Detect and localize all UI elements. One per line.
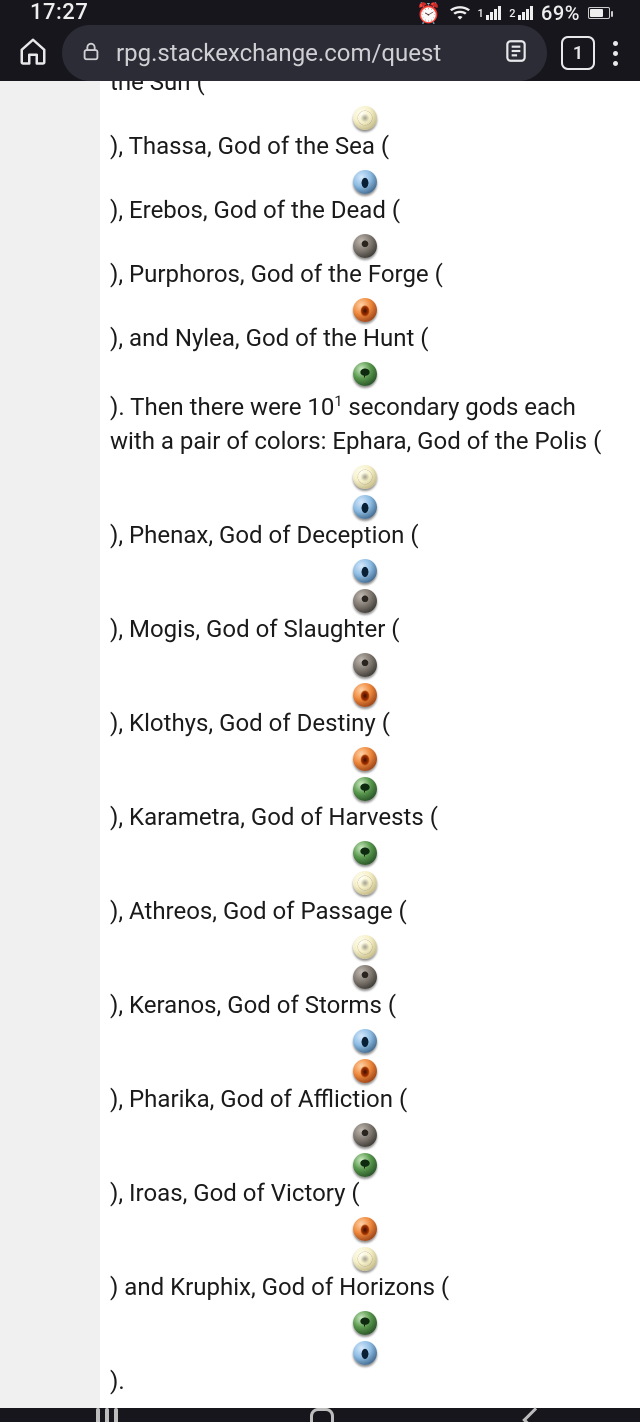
system-navbar	[0, 1408, 640, 1422]
mana-row-karametra-2	[110, 864, 620, 894]
text-nylea: ), and Nylea, God of the Hunt (	[110, 321, 620, 355]
nav-back-button[interactable]	[522, 1407, 547, 1422]
mana-row-kruphix-2	[110, 1334, 620, 1364]
text-keranos: ), Keranos, God of Storms (	[110, 988, 620, 1022]
sim1-icon: 1	[478, 6, 502, 20]
mana-blue-icon	[353, 170, 377, 194]
nav-recents-button[interactable]	[96, 1408, 118, 1422]
mana-white-icon	[353, 1247, 377, 1271]
mana-green-icon	[353, 362, 377, 386]
mana-row-pharika	[110, 1116, 620, 1146]
mana-row-klothys	[110, 740, 620, 770]
mana-red-icon	[353, 1217, 377, 1241]
mana-white-icon	[353, 106, 377, 130]
text-iroas: ), Iroas, God of Victory (	[110, 1176, 620, 1210]
text-phenax: ), Phenax, God of Deception (	[110, 518, 620, 552]
mana-row-ephara	[110, 458, 620, 488]
home-icon[interactable]	[18, 36, 48, 70]
mana-black-icon	[353, 653, 377, 677]
mana-blue-icon	[353, 495, 377, 519]
nav-home-button[interactable]	[310, 1408, 334, 1422]
text-secondary: ). Then there were 101 secondary gods ea…	[110, 385, 620, 458]
mana-row-mogis	[110, 646, 620, 676]
browser-toolbar: rpg.stackexchange.com/quest 1	[0, 25, 640, 81]
mana-black-icon	[353, 234, 377, 258]
mana-blue-icon	[353, 1341, 377, 1365]
mana-row-klothys-2	[110, 770, 620, 800]
mana-green-icon	[353, 1153, 377, 1177]
mana-row-nylea	[110, 355, 620, 385]
reader-icon[interactable]	[503, 38, 529, 68]
wifi-icon	[450, 1, 470, 25]
mana-green-icon	[353, 841, 377, 865]
mana-red-icon	[353, 1059, 377, 1083]
mana-row-kruphix	[110, 1304, 620, 1334]
mana-green-icon	[353, 1311, 377, 1335]
lock-icon	[80, 40, 102, 66]
tabs-button[interactable]: 1	[561, 36, 595, 70]
text-pharika: ), Pharika, God of Affliction (	[110, 1082, 620, 1116]
battery-pct: 69%	[541, 1, 580, 25]
answer-content: the Sun ( ), Thassa, God of the Sea ( ),…	[100, 81, 640, 1408]
mana-blue-icon	[353, 1029, 377, 1053]
mana-black-icon	[353, 1123, 377, 1147]
mana-black-icon	[353, 965, 377, 989]
mana-row-pharika-2	[110, 1146, 620, 1176]
mana-row-erebos	[110, 227, 620, 257]
text-secondary-a: ). Then there were 10	[110, 393, 334, 421]
alarm-icon: ⏰	[416, 1, 441, 25]
tab-count: 1	[573, 43, 583, 64]
mana-red-icon	[353, 747, 377, 771]
text-kruphix: ) and Kruphix, God of Horizons (	[110, 1270, 620, 1304]
mana-row-heliod	[110, 99, 620, 129]
mana-row-mogis-2	[110, 676, 620, 706]
text-karametra: ), Karametra, God of Harvests (	[110, 800, 620, 834]
status-time: 17:27	[30, 0, 88, 25]
vote-gutter	[0, 81, 100, 1408]
text-mogis: ), Mogis, God of Slaughter (	[110, 612, 620, 646]
text-athreos: ), Athreos, God of Passage (	[110, 894, 620, 928]
mana-row-athreos-2	[110, 958, 620, 988]
mana-green-icon	[353, 777, 377, 801]
mana-white-icon	[353, 935, 377, 959]
url-bar[interactable]: rpg.stackexchange.com/quest	[62, 25, 547, 81]
mana-row-phenax-2	[110, 582, 620, 612]
text-heliod-tail: the Sun (	[110, 81, 620, 99]
mana-row-athreos	[110, 928, 620, 958]
mana-row-iroas-2	[110, 1240, 620, 1270]
text-thassa: ), Thassa, God of the Sea (	[110, 129, 620, 163]
text-erebos: ), Erebos, God of the Dead (	[110, 193, 620, 227]
mana-white-icon	[353, 465, 377, 489]
status-bar: 17:27 ⏰ 1 2 69%	[0, 0, 640, 25]
phone-frame: 17:27 ⏰ 1 2 69% rpg.stackexchange.com/qu…	[0, 0, 640, 1422]
mana-red-icon	[353, 683, 377, 707]
page: the Sun ( ), Thassa, God of the Sea ( ),…	[0, 81, 640, 1408]
battery-icon	[588, 7, 610, 19]
overflow-menu-icon[interactable]	[609, 37, 622, 70]
status-right: ⏰ 1 2 69%	[416, 1, 610, 25]
text-purphoros: ), Purphoros, God of the Forge (	[110, 257, 620, 291]
mana-white-icon	[353, 871, 377, 895]
mana-black-icon	[353, 589, 377, 613]
sim2-icon: 2	[509, 6, 533, 20]
mana-row-purphoros	[110, 291, 620, 321]
text-terminator: ).	[110, 1364, 620, 1398]
mana-blue-icon	[353, 559, 377, 583]
mana-row-keranos-2	[110, 1052, 620, 1082]
mana-row-thassa	[110, 163, 620, 193]
mana-row-karametra	[110, 834, 620, 864]
text-klothys: ), Klothys, God of Destiny (	[110, 706, 620, 740]
mana-row-iroas	[110, 1210, 620, 1240]
mana-row-ephara-2	[110, 488, 620, 518]
mana-row-phenax	[110, 552, 620, 582]
mana-row-keranos	[110, 1022, 620, 1052]
mana-red-icon	[353, 298, 377, 322]
url-text: rpg.stackexchange.com/quest	[116, 39, 489, 67]
